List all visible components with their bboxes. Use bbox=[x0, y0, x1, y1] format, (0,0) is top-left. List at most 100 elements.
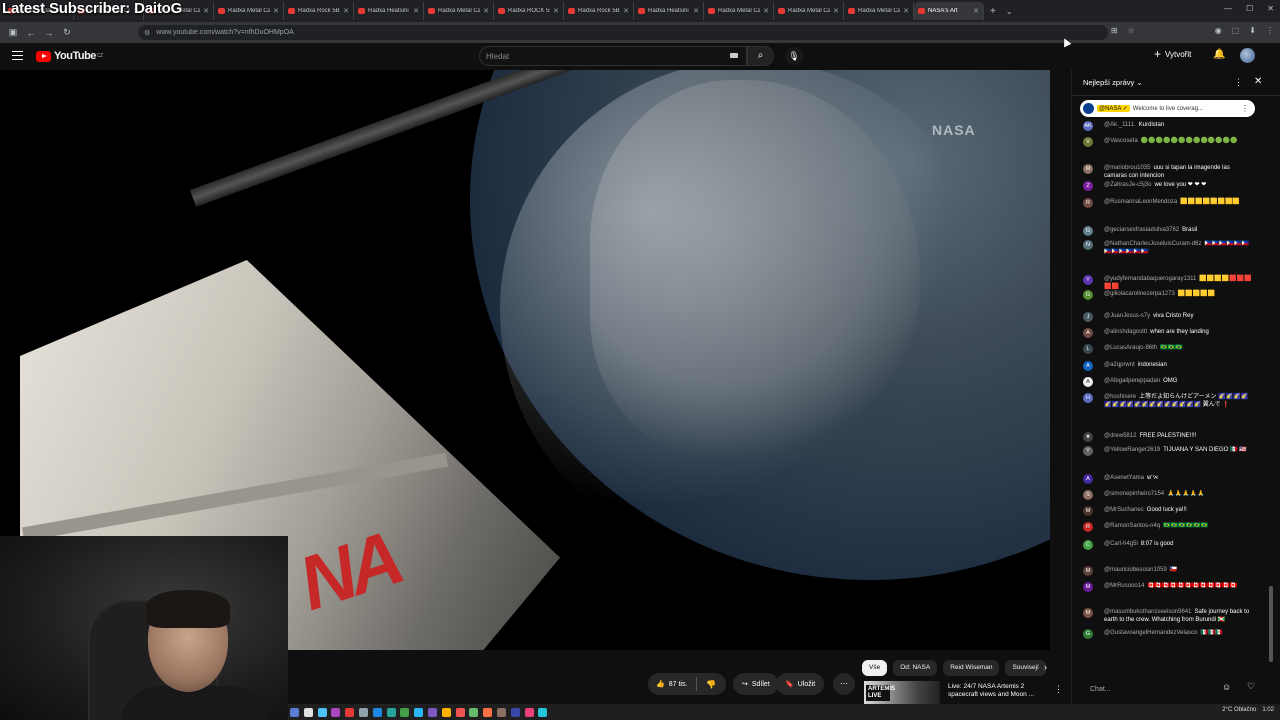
chat-avatar[interactable]: Y bbox=[1083, 275, 1093, 285]
back-button[interactable]: ← bbox=[22, 28, 40, 38]
chat-author[interactable]: @Ak._1111. bbox=[1104, 122, 1136, 128]
tab-close-icon[interactable]: ✕ bbox=[413, 7, 419, 15]
taskbar-app-icon[interactable] bbox=[372, 707, 382, 717]
tab-close-icon[interactable]: ✕ bbox=[973, 7, 979, 15]
keyboard-icon[interactable] bbox=[730, 53, 738, 58]
chat-avatar[interactable]: M bbox=[1083, 506, 1093, 516]
browser-tab[interactable]: Radxa Heatsini ✕ bbox=[354, 2, 424, 20]
tab-close-icon[interactable]: ✕ bbox=[343, 7, 349, 15]
chips-next-chevron-icon[interactable]: › bbox=[1044, 662, 1047, 672]
sidebar-toggle-icon[interactable]: ▣ bbox=[4, 27, 22, 38]
chat-menu-icon[interactable]: ⋮ bbox=[1234, 77, 1243, 88]
notifications-bell-icon[interactable]: 🔔 bbox=[1213, 49, 1225, 60]
search-input[interactable]: Hledat bbox=[479, 46, 747, 66]
chip-related[interactable]: Souvisejí bbox=[1005, 660, 1046, 676]
browser-tab[interactable]: Radxa Heatsini ✕ bbox=[634, 2, 704, 20]
chat-author[interactable]: @alinshdagosttt bbox=[1104, 329, 1147, 335]
chat-author[interactable]: @masumbukotharciseelson9641 bbox=[1104, 609, 1191, 615]
taskbar-app-icon[interactable] bbox=[358, 707, 368, 717]
chat-avatar[interactable]: ★ bbox=[1083, 432, 1093, 442]
chat-author[interactable]: @ZahrasJe-c5j3o bbox=[1104, 182, 1151, 188]
recommended-thumbnail[interactable]: ARTEMIS LIVE bbox=[864, 681, 940, 706]
menu-icon[interactable]: ⋮ bbox=[1266, 26, 1274, 35]
tab-close-icon[interactable]: ✕ bbox=[483, 7, 489, 15]
chat-author[interactable]: @Vascoseta bbox=[1104, 138, 1138, 144]
taskbar-app-icon[interactable] bbox=[290, 707, 299, 717]
taskbar-app-icon[interactable] bbox=[469, 707, 479, 717]
new-tab-button[interactable]: + bbox=[990, 6, 996, 17]
chat-avatar[interactable]: R bbox=[1083, 522, 1093, 532]
tab-search-chevron-icon[interactable]: ⌄ bbox=[1006, 7, 1013, 16]
tab-close-icon[interactable]: ✕ bbox=[833, 7, 839, 15]
more-actions-button[interactable]: ⋯ bbox=[833, 673, 855, 695]
minimize-button[interactable]: — bbox=[1224, 4, 1232, 13]
chat-avatar[interactable]: Y bbox=[1083, 446, 1093, 456]
chat-author[interactable]: @hoshisere bbox=[1104, 394, 1136, 400]
chat-author[interactable]: @yudyfernandabaquerogaray1311 bbox=[1104, 276, 1196, 282]
recommended-title[interactable]: Live: 24/7 NASA Artemis 2 spacecraft vie… bbox=[948, 683, 1048, 699]
browser-tab[interactable]: Radxa Metal Ca ✕ bbox=[844, 2, 914, 20]
browser-tab[interactable]: Radxa Metal Ca ✕ bbox=[424, 2, 494, 20]
chat-author[interactable]: @Abigailpereppadan bbox=[1104, 378, 1160, 384]
browser-tab[interactable]: Radxa ROCK 5B ✕ bbox=[494, 2, 564, 20]
taskbar-app-icon[interactable] bbox=[441, 707, 451, 717]
create-button[interactable]: + Vytvořit bbox=[1154, 48, 1191, 60]
browser-tab[interactable]: Radxa Rock 5B ✕ bbox=[284, 2, 354, 20]
chat-avatar[interactable]: G bbox=[1083, 226, 1093, 236]
youtube-logo[interactable]: YouTube CZ bbox=[36, 50, 103, 62]
chat-author[interactable]: @YellowRanger2619 bbox=[1104, 447, 1160, 453]
install-app-icon[interactable]: ⊞ bbox=[1111, 26, 1118, 35]
pinned-message[interactable]: @NASA ✓ Welcome to live coverag... ⋮ bbox=[1080, 100, 1255, 117]
chat-close-icon[interactable]: ✕ bbox=[1254, 76, 1262, 87]
chat-avatar[interactable]: AK bbox=[1083, 121, 1093, 131]
chat-author[interactable]: @simonepinheiro7154 bbox=[1104, 491, 1164, 497]
chat-author[interactable]: @RamonSantos-n4q bbox=[1104, 523, 1160, 529]
chat-author[interactable]: @drew5812 bbox=[1104, 433, 1136, 439]
chat-avatar[interactable]: H bbox=[1083, 393, 1093, 403]
recommended-video[interactable]: ARTEMIS LIVE Live: 24/7 NASA Artemis 2 s… bbox=[864, 681, 1054, 706]
extensions-icon[interactable]: ⬚ bbox=[1232, 26, 1240, 35]
chat-avatar[interactable]: L bbox=[1083, 344, 1093, 354]
tab-close-icon[interactable]: ✕ bbox=[203, 7, 209, 15]
tab-close-icon[interactable]: ✕ bbox=[273, 7, 279, 15]
chat-author[interactable]: @mauriciobesosin1059 bbox=[1104, 567, 1167, 573]
taskbar-app-icon[interactable] bbox=[455, 707, 465, 717]
chat-avatar[interactable]: A bbox=[1083, 361, 1093, 371]
chat-avatar[interactable]: V bbox=[1083, 137, 1093, 147]
chat-author[interactable]: @RusmarinaLeonMendoza bbox=[1104, 199, 1177, 205]
taskbar-app-icon[interactable] bbox=[331, 707, 341, 717]
downloads-icon[interactable]: ⬇ bbox=[1249, 26, 1256, 35]
tab-close-icon[interactable]: ✕ bbox=[763, 7, 769, 15]
chat-avatar[interactable]: C bbox=[1083, 540, 1093, 550]
pinned-menu-icon[interactable]: ⋮ bbox=[1241, 104, 1249, 113]
chat-avatar[interactable]: J bbox=[1083, 312, 1093, 322]
browser-tab[interactable]: NASA's Art ✕ bbox=[914, 2, 984, 20]
emoji-icon[interactable]: ☺ bbox=[1222, 682, 1231, 692]
hamburger-menu-icon[interactable] bbox=[12, 51, 23, 60]
chat-author[interactable]: @GustavoangelHernandezVelasco bbox=[1104, 630, 1197, 636]
chip-from-nasa[interactable]: Od: NASA bbox=[893, 660, 938, 676]
browser-tab[interactable]: Radxa Metal Ca ✕ bbox=[214, 2, 284, 20]
chat-avatar[interactable]: Z bbox=[1083, 181, 1093, 191]
chat-author[interactable]: @AsenetYama bbox=[1104, 475, 1144, 481]
chat-avatar[interactable]: A bbox=[1083, 377, 1093, 387]
chat-author[interactable]: @MrRusooo14 bbox=[1104, 583, 1144, 589]
chat-author[interactable]: @Carl-h4g5l bbox=[1104, 541, 1138, 547]
heart-icon[interactable]: ♡ bbox=[1247, 681, 1255, 692]
tab-close-icon[interactable]: ✕ bbox=[623, 7, 629, 15]
taskbar-app-icon[interactable] bbox=[496, 707, 506, 717]
taskbar-app-icon[interactable] bbox=[483, 707, 493, 717]
chat-author[interactable]: @mariobrou1035 bbox=[1104, 165, 1150, 171]
taskbar-app-icon[interactable] bbox=[414, 707, 424, 717]
taskbar-app-icon[interactable] bbox=[510, 707, 520, 717]
chat-input[interactable]: Chat... bbox=[1081, 681, 1231, 699]
share-button[interactable]: ↪ Sdílet bbox=[733, 673, 779, 695]
chat-author[interactable]: @JuanJesus-s7y bbox=[1104, 313, 1150, 319]
chat-avatar[interactable]: R bbox=[1083, 198, 1093, 208]
search-button[interactable]: ⌕ bbox=[747, 46, 774, 66]
taskbar-app-icon[interactable] bbox=[524, 707, 534, 717]
close-window-button[interactable]: ✕ bbox=[1267, 4, 1274, 13]
dislike-button[interactable]: 👎 bbox=[697, 680, 716, 689]
chat-author[interactable]: @giliolacarolinezerpa1273 bbox=[1104, 291, 1175, 297]
chat-author[interactable]: @geciarsexfrasiadsilva3762 bbox=[1104, 227, 1179, 233]
